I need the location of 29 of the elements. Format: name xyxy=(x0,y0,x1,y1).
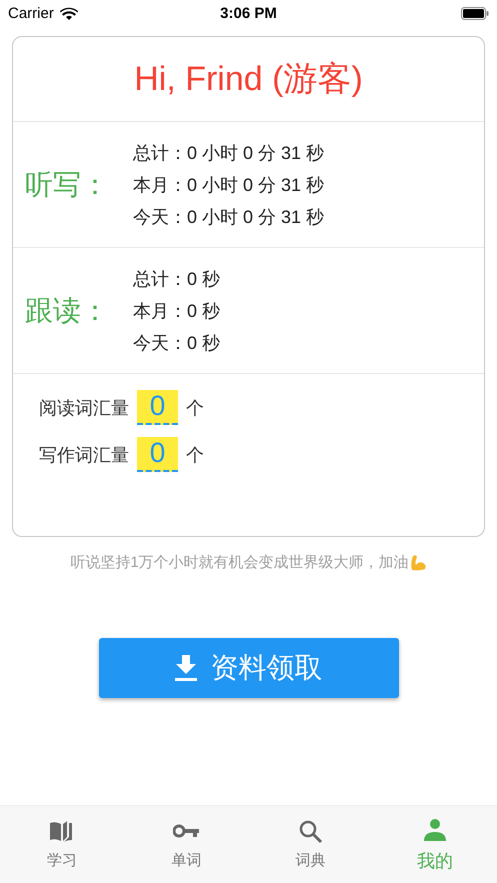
search-icon xyxy=(298,819,324,845)
time-stat: 本月：0 秒 xyxy=(133,300,220,322)
tab-item[interactable]: 学习 xyxy=(0,806,124,883)
motto-text: 听说坚持1万个小时就有机会变成世界级大师，加油 xyxy=(70,553,409,572)
download-icon xyxy=(174,655,196,681)
download-button[interactable]: 资料领取 xyxy=(98,638,398,698)
section-label: 听写： xyxy=(25,168,110,202)
wifi-icon xyxy=(60,6,78,20)
vocab-count: 0 xyxy=(137,437,178,472)
clock-time: 3:06 PM xyxy=(220,4,277,22)
tab-item[interactable]: 词典 xyxy=(248,806,373,883)
flexed-arm-icon xyxy=(410,554,427,571)
time-stat: 总计：0 小时 0 分 31 秒 xyxy=(133,142,324,164)
battery-icon xyxy=(461,6,489,20)
carrier-name: Carrier xyxy=(8,4,54,22)
vocab-label: 阅读词汇量 xyxy=(39,396,129,420)
greeting-title: Hi, Frind (游客) xyxy=(134,59,363,100)
time-stat: 今天：0 小时 0 分 31 秒 xyxy=(133,206,324,228)
time-stat: 总计：0 秒 xyxy=(133,268,220,290)
tab-item[interactable]: 我的 xyxy=(372,806,497,883)
time-stat: 本月：0 小时 0 分 31 秒 xyxy=(133,174,324,196)
section-label: 跟读： xyxy=(25,294,110,328)
person-icon xyxy=(422,816,448,842)
unit-label: 个 xyxy=(186,396,204,420)
vocab-count: 0 xyxy=(137,390,178,425)
unit-label: 个 xyxy=(186,444,204,466)
vocab-label: 写作词汇量 xyxy=(39,444,129,466)
tab-item[interactable]: 单词 xyxy=(124,806,248,883)
time-stat: 今天：0 秒 xyxy=(133,332,220,354)
